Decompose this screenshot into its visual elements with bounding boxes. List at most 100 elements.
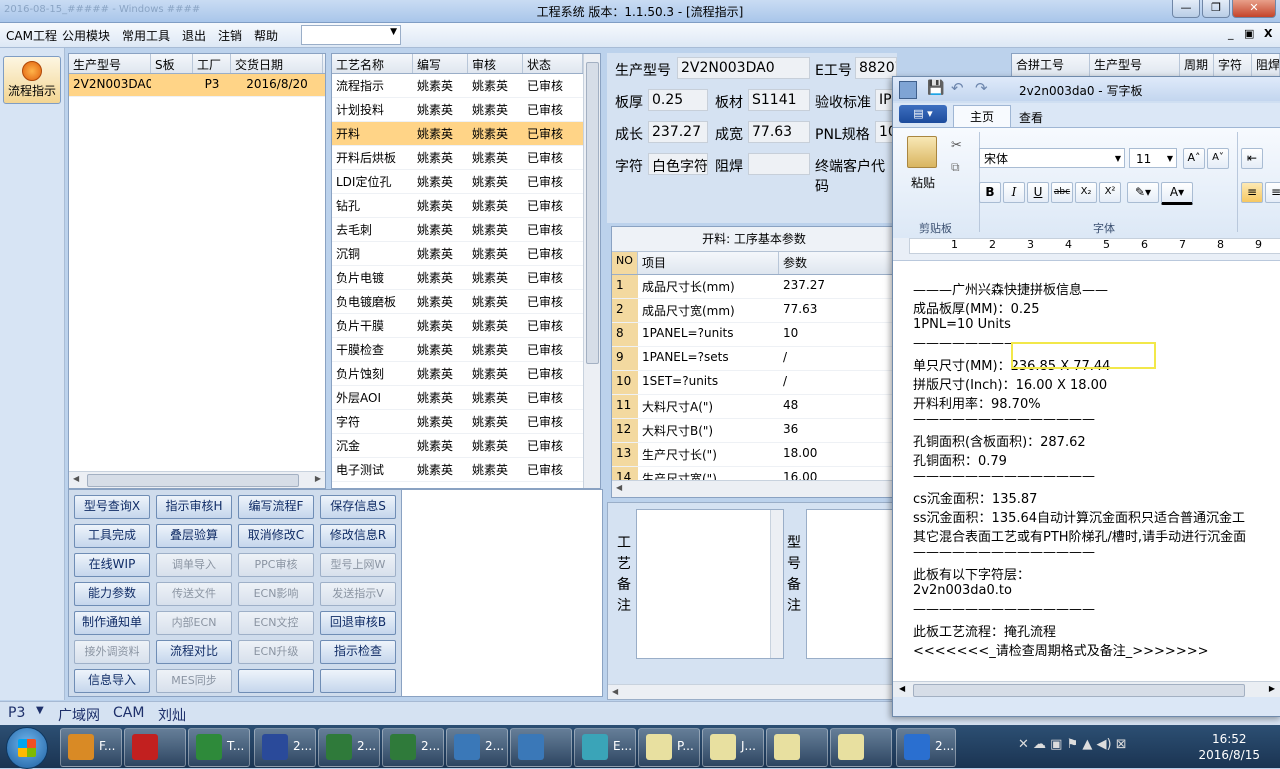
action-button[interactable]: MES同步 <box>156 669 232 693</box>
action-button[interactable]: 流程对比 <box>156 640 232 664</box>
grow-font-icon[interactable]: A˄ <box>1183 148 1205 169</box>
col-no[interactable]: NO <box>612 252 638 274</box>
highlight-icon[interactable]: ✎▾ <box>1127 182 1159 203</box>
action-button[interactable]: 修改信息R <box>320 524 396 548</box>
wordpad-document[interactable]: ———广州兴森快捷拼板信息—— 成品板厚(MM)：0.25 1PNL=10 Unit… <box>893 261 1280 661</box>
action-button[interactable]: 发送指示V <box>320 582 396 606</box>
align-left-icon[interactable]: ≡ <box>1241 182 1263 203</box>
col-factory[interactable]: 工厂 <box>193 54 231 73</box>
col-merge-solder[interactable]: 阻焊 <box>1252 54 1280 76</box>
font-name-combo[interactable]: 宋体 ▼ <box>979 148 1125 168</box>
clock[interactable]: 16:52 2016/8/15 <box>1198 731 1260 763</box>
taskbar-item[interactable] <box>830 728 892 767</box>
col-process-name[interactable]: 工艺名称 <box>332 54 413 73</box>
width-field[interactable]: 77.63 <box>748 121 810 143</box>
e-number-field[interactable]: 882075 <box>855 57 897 79</box>
action-button[interactable]: 编写流程F <box>238 495 314 519</box>
action-button[interactable]: 保存信息S <box>320 495 396 519</box>
table-row[interactable]: 12 大料尺寸B(") 36 <box>612 419 896 443</box>
notes-hscrollbar[interactable]: ◀ <box>608 684 898 699</box>
underline-icon[interactable]: U <box>1027 182 1049 203</box>
shrink-font-icon[interactable]: A˅ <box>1207 148 1229 169</box>
paste-label[interactable]: 粘贴 <box>911 174 935 191</box>
action-button[interactable]: 信息导入 <box>74 669 150 693</box>
minimize-icon[interactable]: — <box>1172 0 1200 18</box>
table-row[interactable]: LDI定位孔 姚素英 姚素英 已审核 <box>332 170 600 194</box>
action-button[interactable]: 叠层验算 <box>156 524 232 548</box>
table-row[interactable]: 13 生产尺寸长(") 18.00 <box>612 443 896 467</box>
table-row[interactable]: 计划投料 姚素英 姚素英 已审核 <box>332 98 600 122</box>
table-row[interactable]: 流程指示 姚素英 姚素英 已审核 <box>332 74 600 98</box>
wordpad-app-icon[interactable] <box>899 81 917 99</box>
decrease-indent-icon[interactable]: ⇤ <box>1241 148 1263 169</box>
table-row[interactable]: 负片蚀刻 姚素英 姚素英 已审核 <box>332 362 600 386</box>
taskbar-item[interactable]: P... <box>638 728 700 767</box>
table-row[interactable]: 去毛刺 姚素英 姚素英 已审核 <box>332 218 600 242</box>
table-row[interactable]: 11 大料尺寸A(") 48 <box>612 395 896 419</box>
subscript-icon[interactable]: X₂ <box>1075 182 1097 203</box>
undo-icon[interactable]: ↶ <box>951 79 964 97</box>
factory-selector[interactable]: P3 <box>8 705 25 721</box>
table-row[interactable]: 开料 姚素英 姚素英 已审核 <box>332 122 600 146</box>
taskbar-item[interactable]: 2... <box>382 728 444 767</box>
table-row[interactable]: 字符 姚素英 姚素英 已审核 <box>332 410 600 434</box>
action-button[interactable]: ECN升级 <box>238 640 314 664</box>
table-row[interactable]: 1 成品尺寸长(mm) 237.27 <box>612 275 896 299</box>
action-button[interactable]: 型号上网W <box>320 553 396 577</box>
menu-tools[interactable]: 常用工具 <box>122 27 170 44</box>
taskbar-item[interactable] <box>510 728 572 767</box>
table-row[interactable]: 沉铜 姚素英 姚素英 已审核 <box>332 242 600 266</box>
table-row[interactable]: 外层AOI 姚素英 姚素英 已审核 <box>332 386 600 410</box>
action-button[interactable]: 取消修改C <box>238 524 314 548</box>
ruler[interactable]: 1 2 3 4 5 6 7 8 9 <box>893 238 1280 261</box>
paste-icon[interactable] <box>907 136 937 168</box>
action-button[interactable]: 能力参数 <box>74 582 150 606</box>
col-merge-model[interactable]: 生产型号 <box>1090 54 1180 76</box>
start-button[interactable] <box>6 727 48 769</box>
table-row[interactable]: 沉金 姚素英 姚素英 已审核 <box>332 434 600 458</box>
table-row[interactable]: 电子测试 姚素英 姚素英 已审核 <box>332 458 600 482</box>
col-item[interactable]: 项目 <box>638 252 779 274</box>
table-row[interactable]: 8 1PANEL=?units 10 <box>612 323 896 347</box>
mdi-restore-icon[interactable]: ▣ <box>1244 27 1254 40</box>
menu-exit[interactable]: 退出 <box>182 27 206 44</box>
taskbar-item[interactable] <box>766 728 828 767</box>
restore-icon[interactable]: ❐ <box>1202 0 1230 18</box>
menu-logout[interactable]: 注销 <box>218 27 242 44</box>
menu-public[interactable]: 公用模块 <box>62 27 110 44</box>
action-button[interactable]: 指示审核H <box>156 495 232 519</box>
col-merge-no[interactable]: 合拼工号 <box>1012 54 1090 76</box>
table-row[interactable]: 开料后烘板 姚素英 姚素英 已审核 <box>332 146 600 170</box>
taskbar-item[interactable]: 2... <box>896 728 956 767</box>
action-button[interactable]: 内部ECN <box>156 611 232 635</box>
col-delivery-date[interactable]: 交货日期 <box>231 54 323 73</box>
action-button[interactable]: 接外调资料 <box>74 640 150 664</box>
save-icon[interactable]: 💾 <box>927 80 944 96</box>
cut-icon[interactable]: ✂ <box>951 138 962 153</box>
solder-mask-field[interactable] <box>748 153 810 175</box>
action-button[interactable]: PPC审核 <box>238 553 314 577</box>
model-notes-textarea[interactable] <box>806 509 900 659</box>
close-icon[interactable]: ✕ <box>1232 0 1276 18</box>
redo-icon[interactable]: ↷ <box>975 79 988 97</box>
table-row[interactable]: 10 1SET=?units / <box>612 371 896 395</box>
char-field[interactable]: 白色字符 <box>648 153 708 175</box>
table-row[interactable]: 干膜检查 姚素英 姚素英 已审核 <box>332 338 600 362</box>
taskbar-item[interactable] <box>124 728 186 767</box>
action-button[interactable]: 制作通知单 <box>74 611 150 635</box>
menu-cam[interactable]: CAM工程 <box>6 27 57 44</box>
params-hscrollbar[interactable]: ◀ <box>612 480 896 497</box>
action-button[interactable] <box>238 669 314 693</box>
superscript-icon[interactable]: X² <box>1099 182 1121 203</box>
action-button[interactable]: ECN文控 <box>238 611 314 635</box>
font-color-icon[interactable]: A▾ <box>1161 182 1193 205</box>
col-model[interactable]: 生产型号 <box>69 54 151 73</box>
model-field[interactable]: 2V2N003DA0 <box>677 57 810 79</box>
action-button[interactable]: 型号查询X <box>74 495 150 519</box>
flow-indicator-button[interactable]: 流程指示 <box>3 56 61 104</box>
action-button[interactable]: 指示检查 <box>320 640 396 664</box>
action-button[interactable] <box>320 669 396 693</box>
table-row[interactable]: 钻孔 姚素英 姚素英 已审核 <box>332 194 600 218</box>
font-size-combo[interactable]: 11 ▼ <box>1129 148 1177 168</box>
col-status[interactable]: 状态 <box>523 54 583 73</box>
